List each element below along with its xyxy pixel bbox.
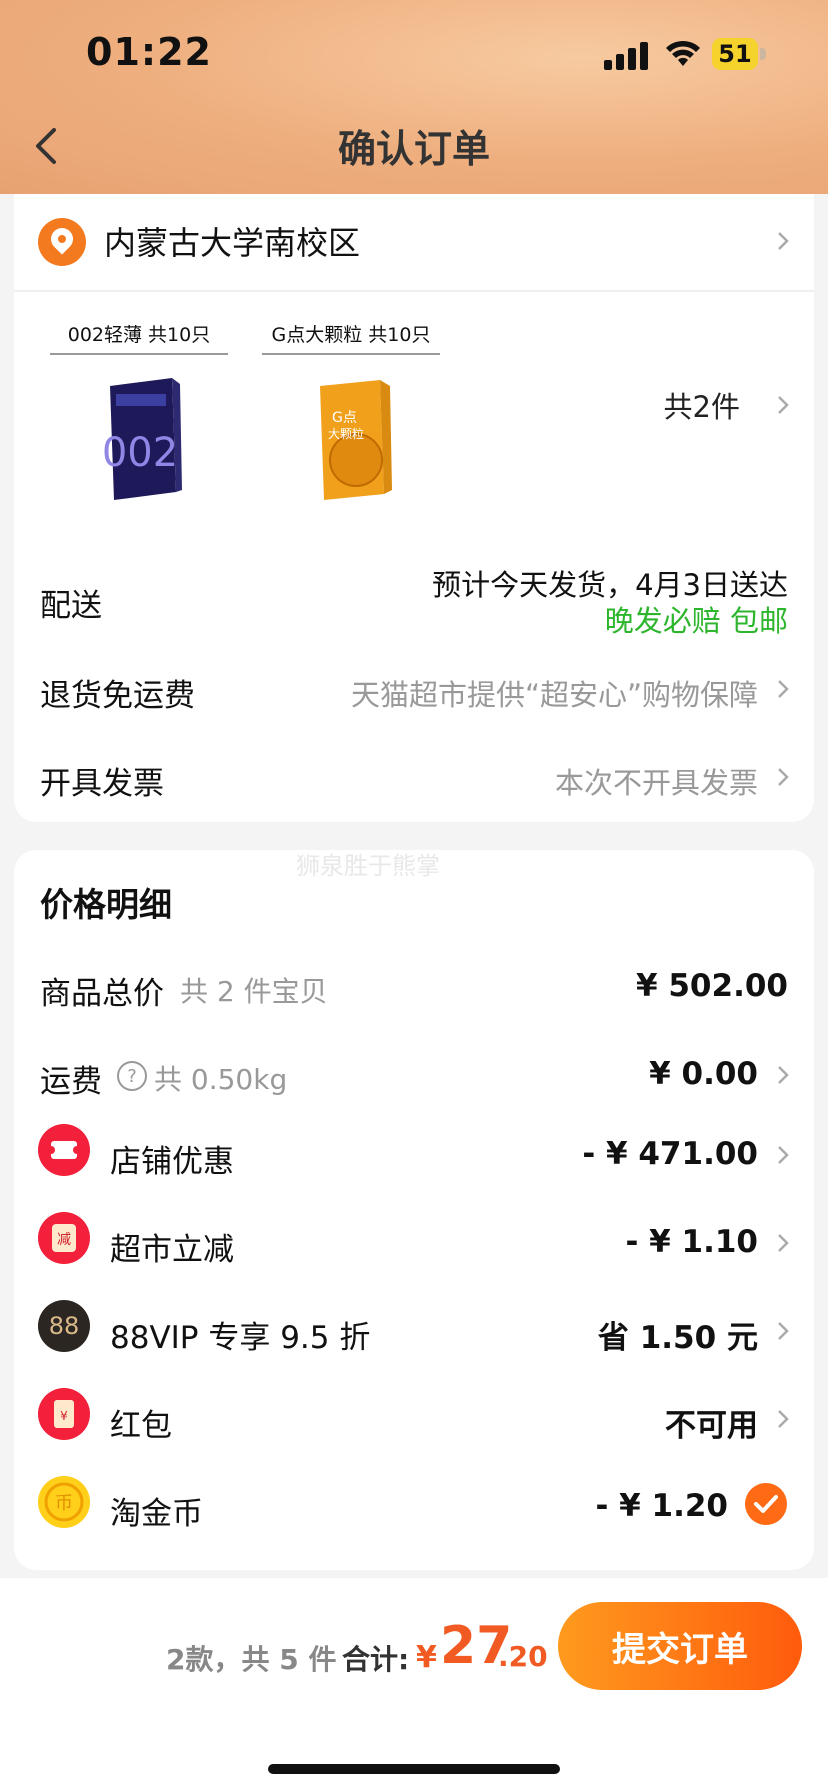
chevron-right-icon — [772, 1320, 794, 1342]
svg-text:大颗粒: 大颗粒 — [328, 426, 364, 441]
shipping-label: 运费 — [40, 1064, 102, 1100]
red-packet-label: 红包 — [110, 1408, 172, 1444]
home-indicator — [268, 1764, 560, 1774]
product-item[interactable]: G点大颗粒 共10只 — [262, 320, 440, 355]
watermark: 狮泉胜于熊掌 — [296, 852, 440, 880]
coins-value: - ¥ 1.20 — [595, 1488, 728, 1524]
svg-text:¥: ¥ — [60, 1409, 68, 1423]
shop-discount-value[interactable]: - ¥ 471.00 — [582, 1136, 758, 1172]
battery-icon: 51 — [712, 38, 768, 70]
delivery-label: 配送 — [40, 588, 102, 624]
invoice-label: 开具发票 — [40, 766, 164, 802]
gold-coin-icon: 币 — [38, 1476, 90, 1528]
market-cut-label: 超市立减 — [110, 1232, 234, 1268]
shipping-value[interactable]: ¥ 0.00 — [649, 1056, 758, 1092]
chevron-right-icon — [772, 1144, 794, 1166]
vip-badge-icon: 88 — [38, 1300, 90, 1352]
chevron-right-icon — [772, 766, 794, 788]
status-time: 01:22 — [86, 30, 212, 74]
svg-text:G点: G点 — [332, 410, 357, 426]
returns-label: 退货免运费 — [40, 678, 195, 714]
chevron-right-icon — [772, 394, 794, 416]
page-title: 确认订单 — [337, 127, 490, 171]
item-count: 2款，共 5 件 — [166, 1643, 337, 1676]
order-info-card: 内蒙古大学南校区 002轻薄 共10只 002 G点大颗粒 共10只 G点 大颗… — [14, 194, 814, 822]
vip-label: 88VIP 专享 9.5 折 — [110, 1320, 371, 1356]
coins-label: 淘金币 — [110, 1496, 203, 1532]
chevron-right-icon — [772, 1232, 794, 1254]
invoice-value[interactable]: 本次不开具发票 — [555, 760, 758, 802]
total-decimal: .20 — [498, 1640, 548, 1673]
chevron-right-icon — [772, 1064, 794, 1086]
delivery-guarantee: 晚发必赔 包邮 — [604, 604, 788, 638]
goods-total-value: ¥ 502.00 — [636, 968, 788, 1004]
svg-text:币: 币 — [55, 1493, 73, 1514]
address-row[interactable]: 内蒙古大学南校区 — [14, 194, 814, 292]
product-label: G点大颗粒 共10只 — [262, 320, 440, 355]
price-detail-title: 价格明细 — [40, 885, 172, 924]
svg-text:?: ? — [127, 1066, 137, 1087]
check-icon[interactable] — [744, 1482, 788, 1526]
checkout-bar: 2款，共 5 件 合计: ¥ 27 .20 提交订单 — [0, 1578, 828, 1792]
product-label: 002轻薄 共10只 — [50, 320, 228, 355]
chevron-right-icon — [772, 1408, 794, 1430]
goods-count: 共 2 件宝贝 — [180, 975, 328, 1008]
help-icon[interactable]: ? — [116, 1060, 148, 1092]
wifi-icon — [666, 40, 700, 66]
product-image: G点 大颗粒 — [320, 380, 392, 500]
chevron-right-icon — [772, 230, 794, 252]
goods-total-label: 商品总价 — [40, 976, 164, 1012]
coupon-icon — [38, 1124, 90, 1176]
product-item[interactable]: 002轻薄 共10只 — [50, 320, 228, 355]
market-cut-value[interactable]: - ¥ 1.10 — [625, 1224, 758, 1260]
submit-order-button[interactable]: 提交订单 — [558, 1602, 802, 1690]
location-pin-icon — [38, 218, 86, 266]
red-packet-value[interactable]: 不可用 — [665, 1400, 758, 1445]
items-total[interactable]: 共2件 — [664, 384, 740, 426]
battery-level: 51 — [712, 38, 758, 70]
product-box-text: 002 — [102, 430, 178, 476]
total-currency: ¥ — [416, 1640, 437, 1675]
address-text: 内蒙古大学南校区 — [104, 224, 361, 262]
shop-discount-label: 店铺优惠 — [110, 1144, 234, 1180]
svg-text:减: 减 — [57, 1232, 71, 1248]
vip-value[interactable]: 省 1.50 元 — [598, 1312, 758, 1357]
reduce-icon: 减 — [38, 1212, 90, 1264]
returns-value[interactable]: 天猫超市提供“超安心”购物保障 — [351, 672, 758, 714]
chevron-right-icon — [772, 678, 794, 700]
price-detail-card: 价格明细 商品总价 共 2 件宝贝 ¥ 502.00 运费 ? 共 0.50kg… — [14, 850, 814, 1570]
signal-icon — [604, 42, 648, 70]
red-packet-icon: ¥ — [38, 1388, 90, 1440]
total-label: 合计: — [342, 1643, 410, 1676]
shipping-weight: 共 0.50kg — [154, 1063, 288, 1096]
product-image: 002 — [102, 378, 182, 500]
